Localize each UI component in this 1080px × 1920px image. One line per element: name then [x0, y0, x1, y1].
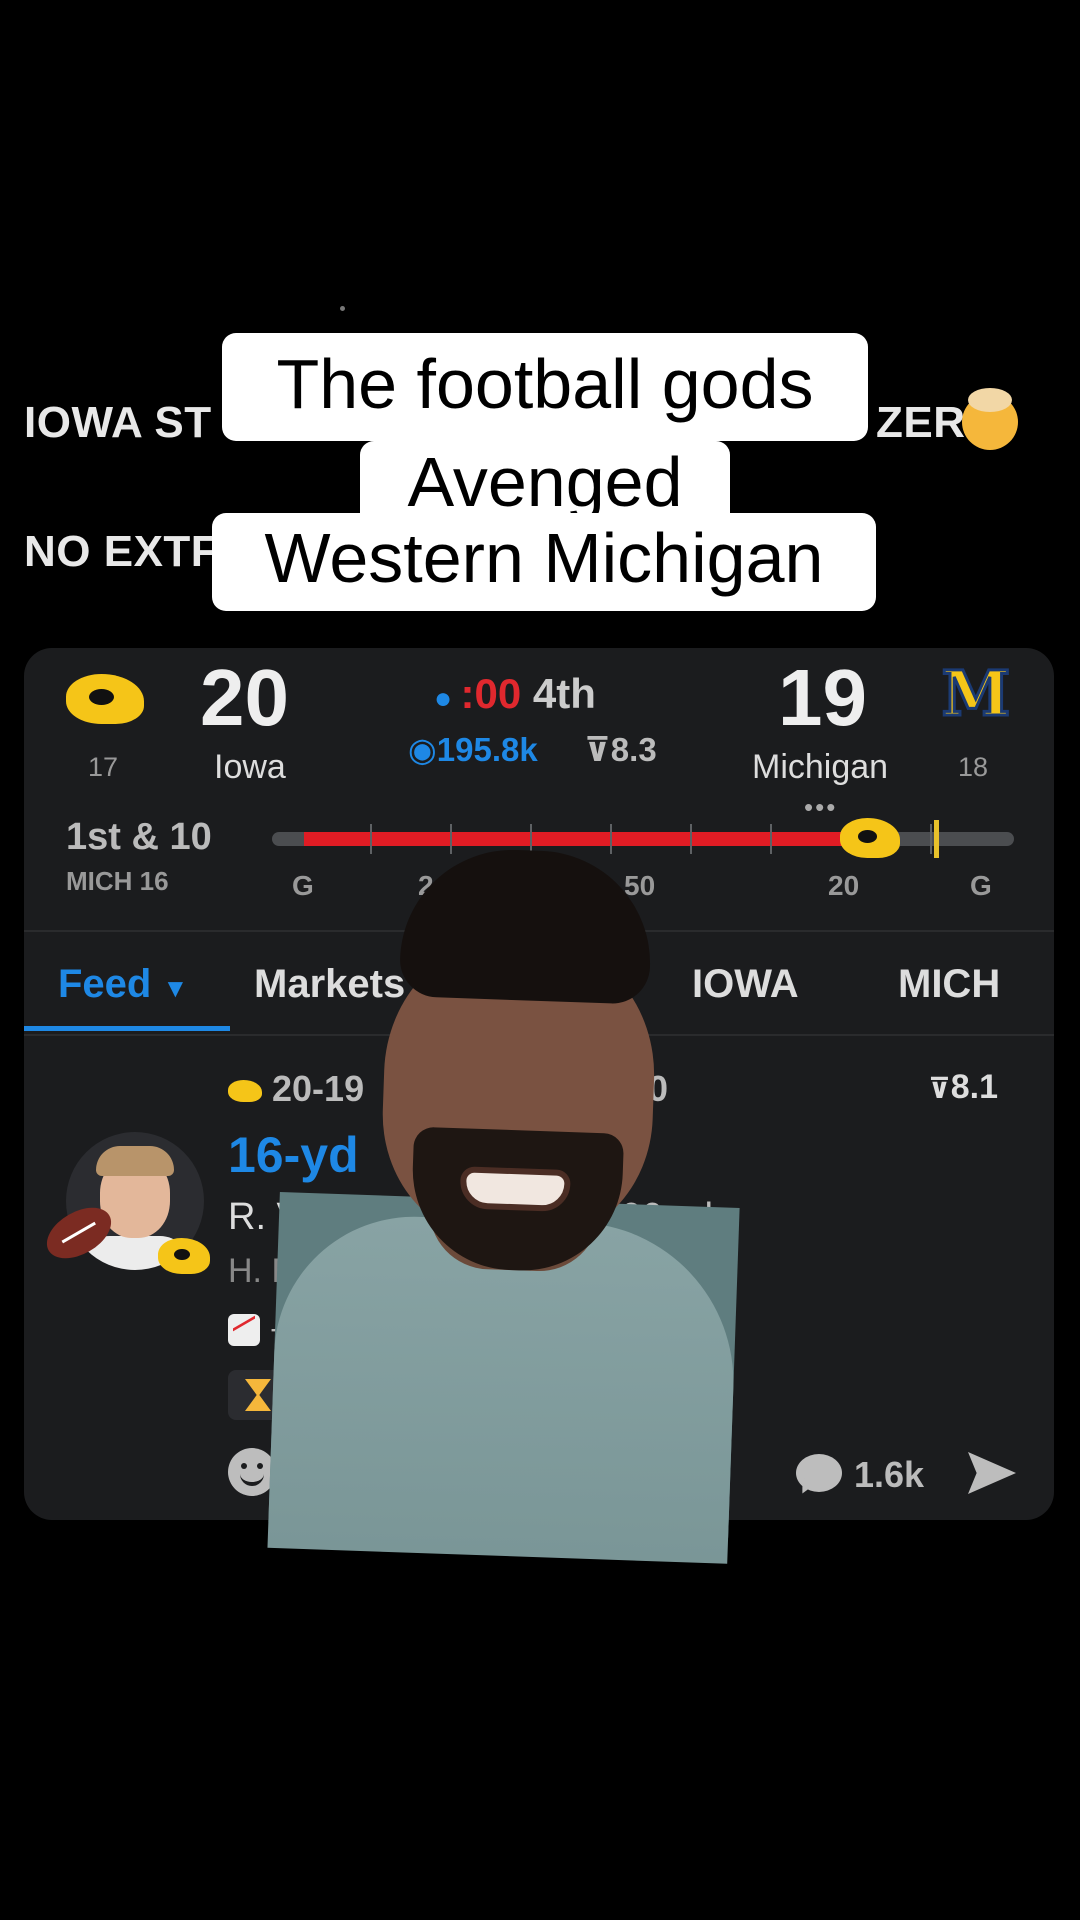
iowa-hawkeye-badge-icon	[158, 1238, 212, 1276]
tab-feed[interactable]: Feed ▼	[58, 962, 188, 1007]
caption-line-1: The football gods	[222, 333, 868, 441]
more-options-icon[interactable]: •••	[804, 792, 837, 823]
down-and-distance: 1st & 10	[66, 816, 212, 858]
line-of-scrimmage-marker	[934, 820, 939, 858]
comment-icon[interactable]	[796, 1454, 842, 1492]
yard-label: G	[970, 870, 992, 901]
rating-icon: ⊽	[584, 731, 611, 768]
michigan-team-name[interactable]: Michigan	[752, 748, 888, 787]
eye-icon: ◉	[408, 731, 437, 768]
background-headline-left: IOWA ST	[24, 398, 212, 447]
comment-count: 1.6k	[854, 1454, 925, 1495]
background-headline-right: ZER	[876, 398, 966, 447]
trending-chart-icon	[228, 1314, 260, 1346]
game-rating: ⊽8.3	[584, 731, 657, 768]
rating-icon: ⊽	[928, 1073, 951, 1104]
play-rating: ⊽8.1	[928, 1068, 999, 1106]
ball-possession-hawkeye-icon	[840, 816, 902, 860]
michigan-block-m-logo-icon: M	[940, 657, 1012, 730]
share-send-icon[interactable]	[968, 1452, 1016, 1494]
game-clock: ● :00 4th	[434, 670, 596, 717]
chevron-down-icon: ▼	[162, 973, 189, 1003]
michigan-rank: 18	[958, 752, 989, 782]
iowa-rank: 17	[88, 752, 119, 782]
ball-spot: MICH 16	[66, 866, 169, 896]
iowa-team-name[interactable]: Iowa	[214, 748, 286, 787]
mind-blown-emoji-icon	[962, 388, 1018, 450]
live-dot-icon: ●	[434, 682, 461, 715]
tab-mich[interactable]: MICH	[898, 962, 1000, 1007]
caption-line-3: Western Michigan	[212, 513, 876, 611]
iowa-hawkeye-logo-icon	[66, 668, 146, 728]
background-subline-left: NO EXTF	[24, 527, 219, 576]
iowa-hawkeye-small-icon	[228, 1080, 262, 1103]
stray-dot	[340, 306, 345, 311]
iowa-score: 20	[200, 653, 289, 742]
yard-label: 20	[828, 870, 860, 901]
active-tab-indicator	[24, 1026, 230, 1031]
michigan-score: 19	[778, 653, 867, 742]
creator-video-overlay	[267, 822, 752, 1564]
viewer-count: ◉195.8k	[408, 731, 538, 768]
